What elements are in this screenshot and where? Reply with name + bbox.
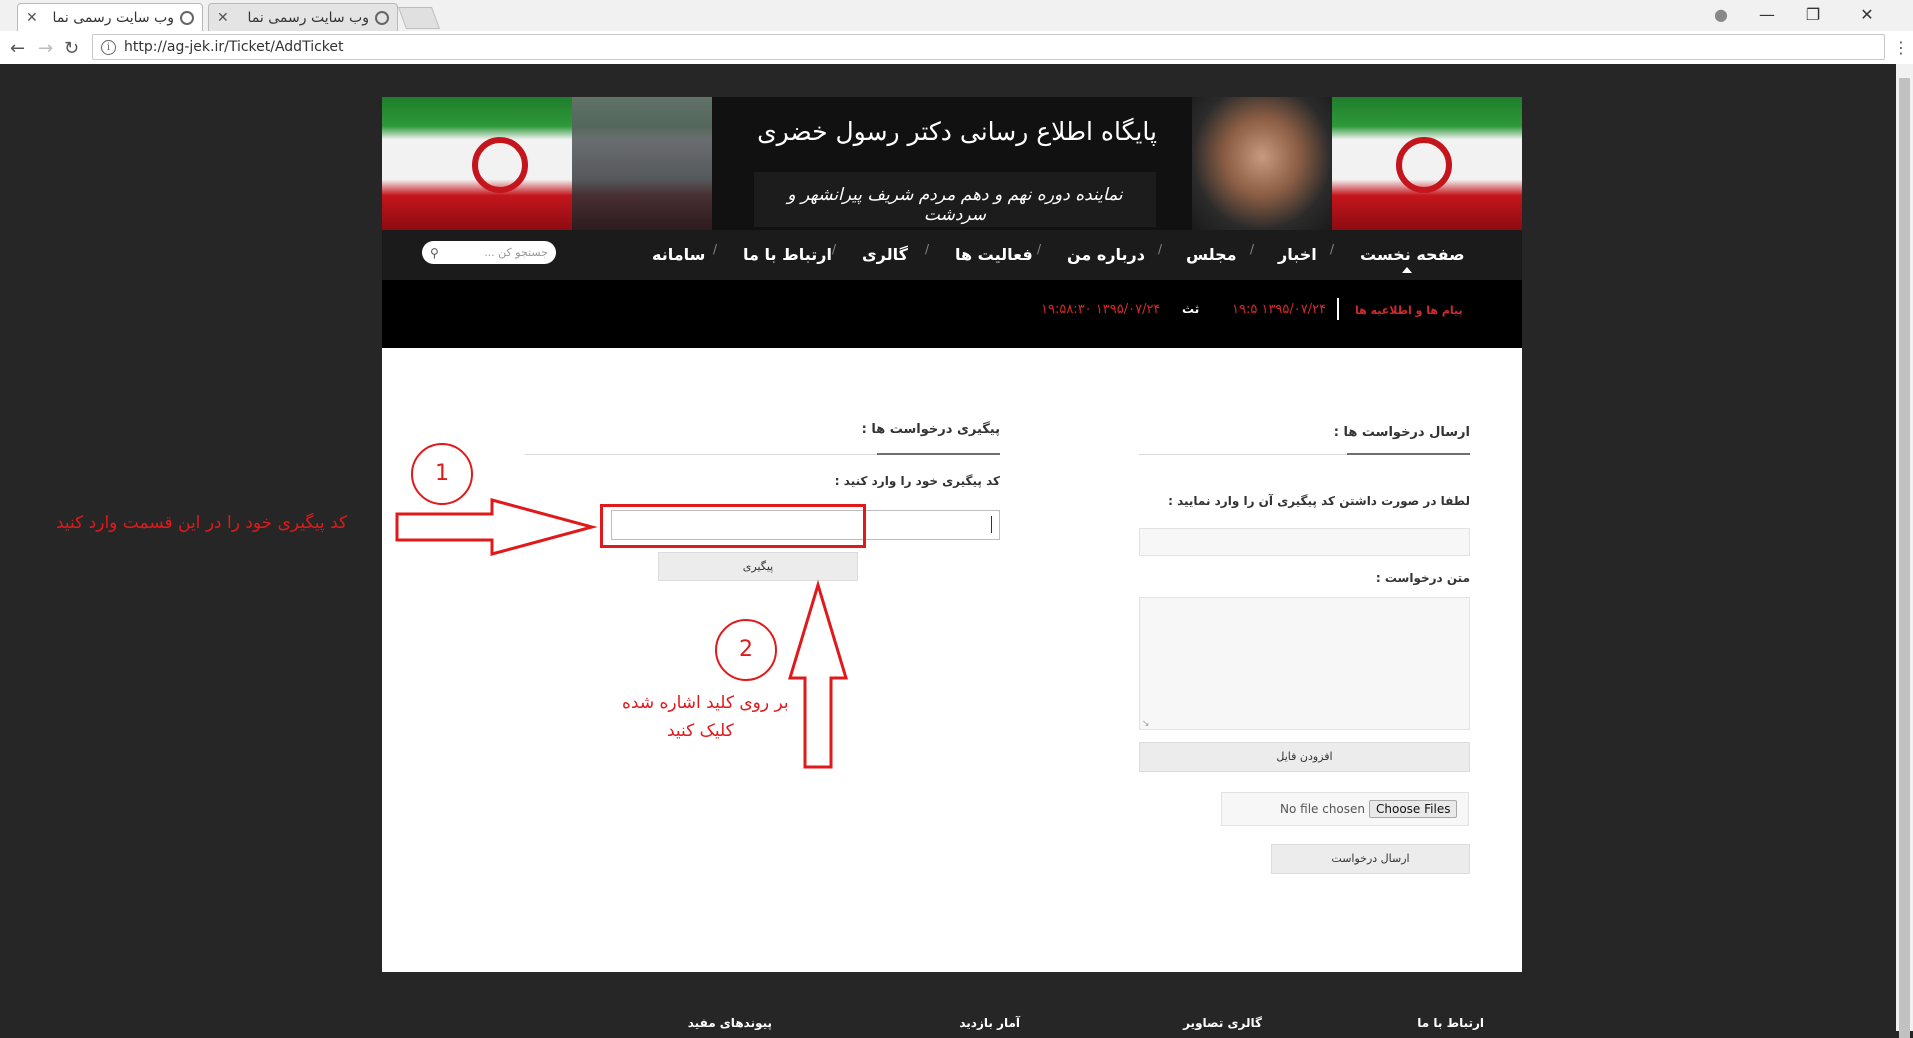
step-2-marker: 2 — [715, 619, 777, 681]
scrollbar-thumb[interactable] — [1899, 78, 1910, 1038]
request-text-area[interactable]: ↘ — [1139, 597, 1470, 730]
track-button[interactable]: پیگیری — [658, 552, 858, 581]
step-2-instruction-line2: کلیک کنید — [667, 721, 734, 741]
ticker-item[interactable]: ۱۳۹۵/۰۷/۲۴ ۱۹:۵ — [1232, 302, 1326, 317]
nav-separator: / — [713, 242, 718, 256]
ticker-divider — [1337, 298, 1339, 320]
search-placeholder: جستجو کن ... — [484, 246, 548, 259]
nav-news[interactable]: اخبار — [1278, 230, 1317, 280]
step-1-marker: 1 — [411, 443, 473, 505]
nav-separator: / — [1250, 242, 1255, 256]
ticker-item[interactable]: ۱۳۹۵/۰۷/۲۴ ۱۹:۵۸:۳۰ — [1041, 302, 1160, 317]
active-indicator-icon — [1402, 267, 1412, 273]
nav-separator: / — [1037, 242, 1042, 256]
nav-separator: / — [832, 242, 837, 256]
parliament-image — [572, 97, 712, 230]
submit-request-button[interactable]: ارسال درخواست — [1271, 844, 1470, 874]
add-file-button[interactable]: افزودن فایل — [1139, 742, 1470, 772]
close-tab-icon[interactable]: ✕ — [26, 10, 38, 26]
file-input[interactable]: No file chosen Choose Files — [1221, 792, 1469, 826]
nav-contact[interactable]: ارتباط با ما — [743, 230, 832, 280]
search-icon[interactable]: ⚲ — [430, 246, 439, 260]
forward-arrow-icon[interactable]: → — [38, 38, 53, 59]
news-ticker: پیام ها و اطلاعیه ها ۱۳۹۵/۰۷/۲۴ ۱۹:۵ ثث … — [382, 280, 1522, 348]
banner-subtitle: نماینده دوره نهم و دهم مردم شریف پیرانشه… — [787, 185, 1123, 225]
minimize-button[interactable]: — — [1744, 0, 1790, 28]
tab-title: وب سایت رسمی نما — [247, 9, 369, 26]
main-navbar: صفحه نخست / اخبار / مجلس / درباره من / ف… — [382, 230, 1522, 280]
flag-emblem-icon — [472, 137, 528, 193]
track-panel-heading: پیگیری درخواست ها : — [861, 422, 1000, 437]
ticker-item-prefix: ثث — [1182, 302, 1200, 316]
banner-title: پایگاه اطلاع رسانی دکتر رسول خضری — [757, 117, 1157, 146]
heading-underline — [1347, 453, 1470, 455]
new-tab-button[interactable] — [397, 7, 441, 29]
restore-button[interactable]: ❐ — [1790, 0, 1836, 28]
highlight-box — [600, 504, 866, 548]
request-text-label: متن درخواست : — [1375, 571, 1470, 585]
url-text: http://ag-jek.ir/Ticket/AddTicket — [124, 39, 344, 55]
browser-tab-active[interactable]: وب سایت رسمی نما ✕ — [17, 3, 203, 31]
nav-system[interactable]: سامانه — [652, 230, 705, 280]
site-favicon-icon — [180, 10, 194, 25]
profile-icon[interactable]: ● — [1698, 0, 1744, 28]
portrait-image — [1192, 97, 1332, 230]
nav-home[interactable]: صفحه نخست — [1360, 230, 1465, 280]
flag-emblem-icon — [1396, 137, 1452, 193]
browser-tab-bar: وب سایت رسمی نما ✕ وب سایت رسمی نما ✕ ● … — [0, 0, 1913, 31]
tracking-code-field[interactable] — [1139, 528, 1470, 556]
nav-separator: / — [1158, 242, 1163, 256]
footer: ارتباط با ما گالری تصاویر آمار بازدید پی… — [382, 1016, 1522, 1031]
footer-contact-title: ارتباط با ما — [1417, 1016, 1484, 1030]
page-info-icon[interactable]: i — [101, 39, 116, 55]
nav-gallery[interactable]: گالری — [862, 230, 908, 280]
tab-title: وب سایت رسمی نما — [52, 9, 174, 26]
close-window-button[interactable]: ✕ — [1844, 0, 1890, 28]
nav-about[interactable]: درباره من — [1067, 230, 1145, 280]
browser-tab-inactive[interactable]: وب سایت رسمی نما ✕ — [208, 3, 398, 31]
step-1-instruction: کد پیگیری خود را در این قسمت وارد کنید — [56, 513, 348, 533]
browser-menu-icon[interactable]: ⋮ — [1893, 38, 1909, 57]
footer-gallery-title: گالری تصاویر — [1183, 1016, 1262, 1030]
page-scrollbar[interactable] — [1896, 64, 1913, 1038]
address-bar: ← → ↻ i http://ag-jek.ir/Ticket/AddTicke… — [0, 31, 1913, 65]
nav-parliament[interactable]: مجلس — [1186, 230, 1237, 280]
heading-underline — [877, 453, 1000, 455]
header-banner: پایگاه اطلاع رسانی دکتر رسول خضری نمایند… — [382, 97, 1522, 230]
back-arrow-icon[interactable]: ← — [10, 38, 25, 59]
choose-files-button[interactable]: Choose Files — [1369, 800, 1458, 818]
ticker-label: پیام ها و اطلاعیه ها — [1355, 304, 1463, 317]
nav-activities[interactable]: فعالیت ها — [955, 230, 1033, 280]
text-cursor — [991, 516, 992, 533]
nav-separator: / — [925, 242, 930, 256]
url-field[interactable]: i http://ag-jek.ir/Ticket/AddTicket — [92, 34, 1885, 60]
step-2-instruction-line1: بر روی کلید اشاره شده — [622, 693, 789, 713]
footer-links-title: پیوندهای مفید — [687, 1016, 772, 1030]
footer-stats-title: آمار بازدید — [959, 1016, 1020, 1030]
reload-icon[interactable]: ↻ — [64, 38, 79, 59]
close-tab-icon[interactable]: ✕ — [217, 10, 229, 26]
search-box[interactable]: ⚲ جستجو کن ... — [422, 241, 556, 264]
send-panel-heading: ارسال درخواست ها : — [1333, 425, 1470, 440]
file-status: No file chosen — [1280, 802, 1366, 816]
main-content: ارسال درخواست ها : لطفا در صورت داشتن کد… — [382, 348, 1522, 972]
track-code-label: کد پیگیری خود را وارد کنید : — [834, 474, 1000, 488]
site-favicon-icon — [375, 10, 389, 25]
nav-separator: / — [1330, 242, 1335, 256]
tracking-code-label: لطفا در صورت داشتن کد پیگیری آن را وارد … — [1168, 494, 1470, 508]
resize-handle-icon[interactable]: ↘ — [1142, 719, 1150, 729]
